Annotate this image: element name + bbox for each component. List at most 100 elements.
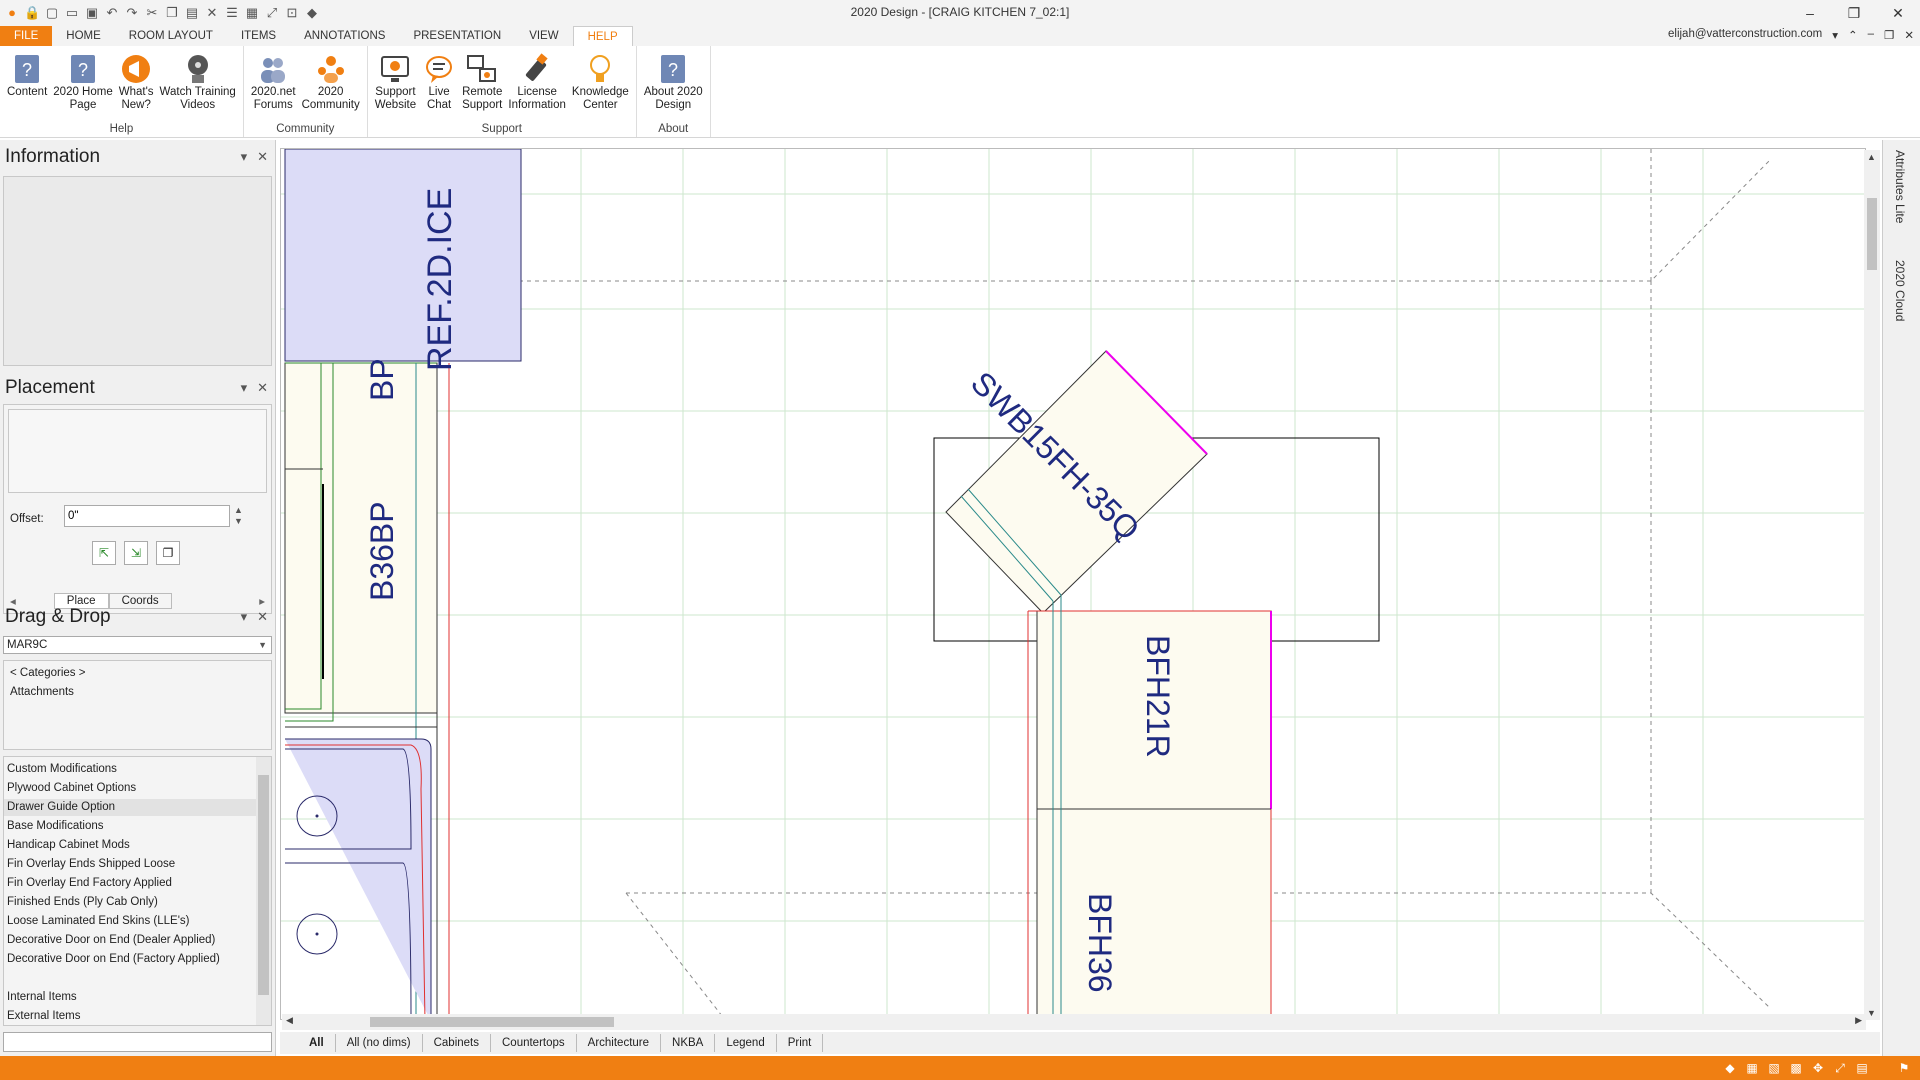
- view-tab-countertops[interactable]: Countertops: [491, 1034, 577, 1052]
- remote-support-button[interactable]: Remote Support: [459, 52, 505, 121]
- status-arrow-icon[interactable]: ◆: [1722, 1060, 1738, 1076]
- list-item[interactable]: Loose Laminated End Skins (LLE's): [4, 913, 256, 929]
- restore-icon[interactable]: ❐: [1832, 0, 1876, 26]
- home-page-button[interactable]: ? 2020 Home Page: [50, 52, 115, 121]
- ortho-icon[interactable]: ✥: [1810, 1060, 1826, 1076]
- view-tab-cabinets[interactable]: Cabinets: [423, 1034, 491, 1052]
- panel-menu-icon[interactable]: ▾: [241, 380, 248, 396]
- account-area: elijah@vatterconstruction.com ▾ ⌃ – ❐ ✕: [1668, 28, 1914, 42]
- categories-link[interactable]: < Categories >: [10, 667, 85, 679]
- about-button[interactable]: ? About 2020 Design: [641, 52, 706, 121]
- collapse-ribbon-icon[interactable]: ⌃: [1848, 28, 1858, 42]
- forums-button[interactable]: 2020.net Forums: [248, 52, 299, 121]
- view-tab-all-no-dims[interactable]: All (no dims): [336, 1034, 423, 1052]
- list-item[interactable]: Decorative Door on End (Factory Applied): [4, 951, 256, 967]
- vertical-scroll-thumb[interactable]: [1867, 198, 1877, 270]
- attachments-item[interactable]: Attachments: [10, 686, 74, 698]
- list-item[interactable]: Decorative Door on End (Dealer Applied): [4, 932, 256, 948]
- whats-new-button[interactable]: What's New?: [116, 52, 157, 121]
- list-item[interactable]: Fin Overlay Ends Shipped Loose: [4, 856, 256, 872]
- tab-view[interactable]: VIEW: [515, 26, 572, 46]
- view-tab-architecture[interactable]: Architecture: [577, 1034, 662, 1052]
- list-scroll-thumb[interactable]: [258, 775, 269, 995]
- panel-close-icon[interactable]: ✕: [257, 149, 268, 165]
- view-tab-nkba[interactable]: NKBA: [661, 1034, 716, 1052]
- svg-text:?: ?: [22, 60, 32, 80]
- dragdrop-search-input[interactable]: [3, 1032, 272, 1052]
- label-bp-top: BP: [364, 358, 400, 401]
- list-item[interactable]: Custom Modifications: [4, 761, 256, 777]
- tab-help[interactable]: HELP: [572, 26, 633, 46]
- support-website-button[interactable]: Support Website: [372, 52, 419, 121]
- flag-icon[interactable]: ⚑: [1896, 1060, 1912, 1076]
- offset-stepper-icon[interactable]: ▲ ▼: [234, 505, 243, 527]
- list-item[interactable]: Handicap Cabinet Mods: [4, 837, 256, 853]
- view-tabs: All All (no dims) Cabinets Countertops A…: [280, 1032, 1880, 1054]
- tab-home[interactable]: HOME: [52, 26, 115, 46]
- panel-close-icon[interactable]: ✕: [257, 609, 268, 625]
- place-left-icon[interactable]: ⇱: [92, 541, 116, 565]
- list-item[interactable]: Fin Overlay End Factory Applied: [4, 875, 256, 891]
- placement-content: Offset: ▲▼ ⇱ ⇲ ❐ ◂ Place Coords ▸: [3, 404, 272, 614]
- view-tab-legend[interactable]: Legend: [715, 1034, 777, 1052]
- panel-menu-icon[interactable]: ▾: [241, 609, 248, 625]
- list-item[interactable]: External Items: [4, 1008, 256, 1024]
- list-scrollbar[interactable]: [256, 757, 271, 1025]
- scroll-down-icon[interactable]: ▼: [1867, 1008, 1876, 1018]
- list-item[interactable]: Plywood Cabinet Options: [4, 780, 256, 796]
- panel-close-icon[interactable]: ✕: [257, 380, 268, 396]
- close-icon[interactable]: ✕: [1876, 0, 1920, 26]
- grid-toggle-icon[interactable]: ▤: [1854, 1060, 1870, 1076]
- community-button[interactable]: 2020 Community: [299, 52, 363, 121]
- ribbon-group-community: 2020.net Forums 2020 Community Community: [244, 46, 368, 137]
- tab-room-layout[interactable]: ROOM LAYOUT: [115, 26, 227, 46]
- view-tab-print[interactable]: Print: [777, 1034, 824, 1052]
- list-item[interactable]: Internal Items: [4, 989, 256, 1005]
- layers-icon[interactable]: ▩: [1788, 1060, 1804, 1076]
- scroll-right-icon[interactable]: ▶: [1855, 1015, 1862, 1026]
- account-email[interactable]: elijah@vatterconstruction.com: [1668, 28, 1822, 42]
- license-information-button[interactable]: License Information: [505, 52, 569, 121]
- horizontal-scrollbar[interactable]: ◀ ▶: [282, 1014, 1866, 1030]
- scroll-left-icon[interactable]: ◀: [286, 1015, 293, 1026]
- view-tab-all[interactable]: All: [298, 1034, 336, 1052]
- svg-text:?: ?: [668, 60, 678, 80]
- chevron-down-icon[interactable]: ▾: [1832, 28, 1838, 42]
- usb-key-icon: [526, 53, 548, 81]
- snap-icon[interactable]: ▧: [1766, 1060, 1782, 1076]
- panel-menu-icon[interactable]: ▾: [241, 149, 248, 165]
- horizontal-scroll-thumb[interactable]: [370, 1017, 614, 1027]
- minimize-icon[interactable]: –: [1788, 0, 1832, 26]
- modifications-list: Custom Modifications Plywood Cabinet Opt…: [3, 756, 272, 1026]
- tab-file[interactable]: FILE: [0, 26, 53, 46]
- place-right-icon[interactable]: ⇲: [124, 541, 148, 565]
- cloud-tab[interactable]: 2020 Cloud: [1893, 260, 1907, 321]
- mdi-close-icon[interactable]: ✕: [1904, 28, 1914, 42]
- list-item[interactable]: Base Modifications: [4, 818, 256, 834]
- attributes-lite-tab[interactable]: Attributes Lite: [1893, 150, 1907, 223]
- list-item[interactable]: Finished Ends (Ply Cab Only): [4, 894, 256, 910]
- live-chat-button[interactable]: Live Chat: [419, 52, 459, 121]
- side-strip: Attributes Lite 2020 Cloud: [1882, 140, 1920, 1056]
- content-button[interactable]: ? Content: [4, 52, 50, 121]
- window-controls: – ❐ ✕: [1788, 0, 1920, 26]
- scroll-up-icon[interactable]: ▲: [1867, 152, 1876, 162]
- floor-plan[interactable]: REF.2D.ICE BP B36BP SWB15FH-35Q BFH21R B…: [281, 149, 1866, 1020]
- place-copy-icon[interactable]: ❐: [156, 541, 180, 565]
- training-videos-button[interactable]: Watch Training Videos: [157, 52, 239, 121]
- list-item-selected[interactable]: Drawer Guide Option: [4, 799, 256, 816]
- mdi-restore-icon[interactable]: ❐: [1884, 28, 1894, 42]
- drawing-canvas[interactable]: REF.2D.ICE BP B36BP SWB15FH-35Q BFH21R B…: [280, 148, 1866, 1020]
- vertical-scrollbar[interactable]: ▲ ▼: [1864, 150, 1880, 1020]
- film-reel-icon: [187, 55, 208, 83]
- tab-presentation[interactable]: PRESENTATION: [399, 26, 515, 46]
- offset-input[interactable]: [64, 505, 230, 527]
- mdi-minimize-icon[interactable]: –: [1868, 28, 1874, 42]
- grid-icon[interactable]: ▦: [1744, 1060, 1760, 1076]
- angle-icon[interactable]: ⤢: [1832, 1060, 1848, 1076]
- knowledge-center-button[interactable]: Knowledge Center: [569, 52, 632, 121]
- information-title: Information: [5, 146, 101, 167]
- catalog-select[interactable]: MAR9C ▼: [3, 636, 272, 654]
- tab-annotations[interactable]: ANNOTATIONS: [290, 26, 399, 46]
- tab-items[interactable]: ITEMS: [227, 26, 290, 46]
